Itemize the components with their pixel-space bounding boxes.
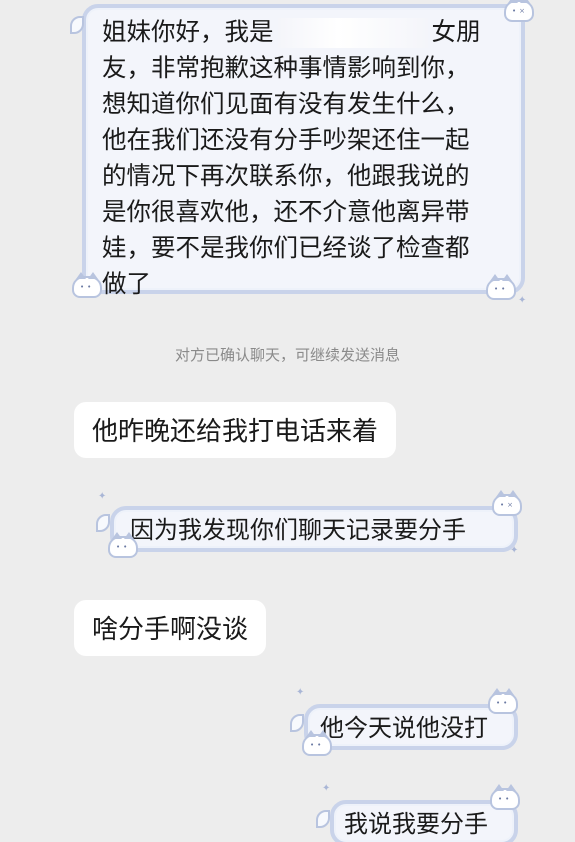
cat-sticker-icon: •• [302,730,332,756]
message-line: 娃，要不是我你们已经谈了检查都 [102,233,470,262]
message-bubble-right[interactable]: 我说我要分手 •• ✦ [316,784,520,842]
sparkle-icon: ✦ [98,491,107,502]
redacted-name [277,18,428,48]
leaf-icon [96,514,110,532]
sparkle-icon: ✦ [518,295,527,306]
message-text: 他今天说他没打 [320,714,488,742]
message-text: 啥分手啊没谈 [92,615,249,645]
message-bubble-first[interactable]: 姐妹你好，我是 女朋 友，非常抱歉这种事情影响到你， 想知道你们见面有没有发生什么… [70,0,534,306]
message-text: 因为我发现你们聊天记录要分手 [130,516,466,544]
message-line: 友，非常抱歉这种事情影响到你， [102,53,470,82]
leaf-icon [70,16,84,34]
message-text: 他昨晚还给我打电话来着 [92,417,379,447]
chat-screen: 姐妹你好，我是 女朋 友，非常抱歉这种事情影响到你， 想知道你们见面有没有发生什么… [0,0,575,842]
message-text-segment: 女朋 [431,17,481,46]
sparkle-icon: ✦ [322,783,331,794]
cat-sticker-icon: •× [492,490,522,516]
message-line: 的情况下再次联系你，他跟我说的 [102,161,470,190]
message-line: 做了 [102,269,151,298]
cat-sticker-icon: •• [486,274,516,300]
message-bubble-right[interactable]: 因为我发现你们聊天记录要分手 •× •• ✦ ✦ [96,490,522,558]
message-line: 是你很喜欢他，还不介意他离异带 [102,197,470,226]
message-bubble-left[interactable]: 他昨晚还给我打电话来着 [74,402,397,458]
message-line: 姐妹你好，我是 女朋 [102,14,505,50]
message-bubble-left[interactable]: 啥分手啊没谈 [74,600,267,656]
message-bubble-right[interactable]: 他今天说他没打 •• •• ✦ [290,688,518,756]
message-line: 他在我们还没有分手吵架还住一起 [102,125,470,154]
message-text-segment: 姐妹你好，我是 [102,17,274,46]
cat-sticker-icon: •• [488,688,518,714]
cat-sticker-icon: •• [108,532,138,558]
leaf-icon [316,810,330,828]
cat-sticker-icon: •• [490,784,520,810]
cat-sticker-icon: •× [504,0,534,22]
sparkle-icon: ✦ [296,687,305,698]
leaf-icon [290,714,304,732]
message-text: 我说我要分手 [344,810,488,838]
message-line: 想知道你们见面有没有发生什么， [102,89,470,118]
sparkle-icon: ✦ [510,545,519,556]
cat-sticker-icon: •• [72,272,102,298]
system-notice: 对方已确认聊天，可继续发送消息 [174,346,400,364]
